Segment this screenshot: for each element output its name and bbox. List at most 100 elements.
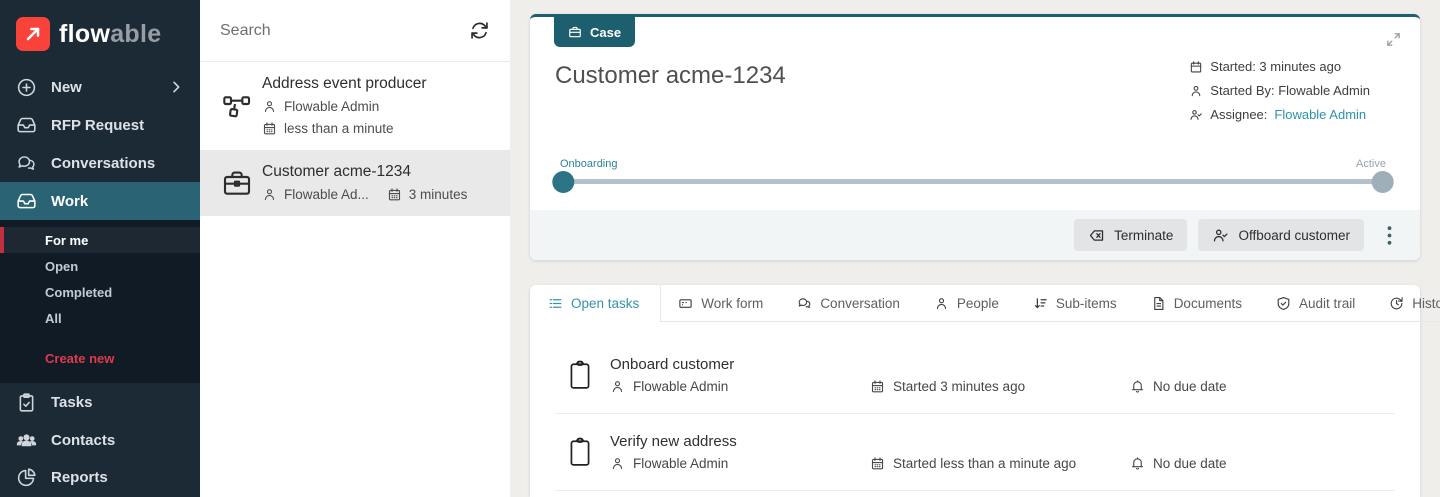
search-input[interactable] (218, 21, 467, 41)
terminate-button[interactable]: Terminate (1074, 219, 1187, 251)
tab-people[interactable]: People (917, 285, 1016, 322)
terminate-backspace-icon (1088, 227, 1105, 244)
calendar-icon (870, 456, 885, 471)
tab-audit-trail[interactable]: Audit trail (1259, 285, 1372, 322)
sidebar-item-tasks[interactable]: Tasks (0, 383, 200, 421)
sidebar: flowable New RFP Request Conversations W… (0, 0, 200, 497)
sidebar-item-label: New (51, 79, 82, 96)
sidebar-item-label: Contacts (51, 432, 115, 449)
task-title: Verify new address (610, 433, 1395, 450)
assignee-link[interactable]: Flowable Admin (1274, 106, 1366, 124)
work-item-assignee: Flowable Ad... (284, 185, 369, 204)
tab-work-form[interactable]: Work form (661, 285, 780, 322)
tab-sub-items[interactable]: Sub-items (1016, 285, 1134, 322)
work-submenu: For me Open Completed All Create new (0, 220, 200, 383)
sidebar-item-contacts[interactable]: Contacts (0, 421, 200, 459)
refresh-icon (469, 20, 490, 41)
clipboard-icon (555, 437, 610, 467)
person-icon (934, 296, 949, 311)
calendar-icon (387, 187, 402, 202)
process-diagram-icon (212, 74, 262, 138)
case-tabs: Open tasks Work form Conversation People… (530, 285, 1420, 322)
case-assignee: Assignee: Flowable Admin (1189, 106, 1370, 124)
calendar-icon (870, 379, 885, 394)
expand-button[interactable] (1383, 29, 1404, 50)
sidebar-subitem-completed[interactable]: Completed (0, 279, 200, 305)
case-metadata: Started: 3 minutes ago Started By: Flowa… (1189, 58, 1370, 124)
sidebar-item-rfp-request[interactable]: RFP Request (0, 106, 200, 144)
person-check-icon (1189, 108, 1203, 122)
work-item-age: 3 minutes (409, 185, 468, 204)
tab-documents[interactable]: Documents (1134, 285, 1259, 322)
stage-end-label: Active (1356, 158, 1386, 170)
chat-bubbles-icon (16, 153, 37, 174)
sidebar-subitem-all[interactable]: All (0, 305, 200, 331)
more-actions-button[interactable] (1381, 222, 1398, 249)
tab-history[interactable]: History (1372, 285, 1440, 322)
history-clock-icon (1389, 296, 1404, 311)
sidebar-subitem-create-new[interactable]: Create new (0, 345, 200, 371)
sidebar-item-label: Work (51, 193, 88, 210)
work-item-age: less than a minute (284, 119, 394, 138)
case-started-by: Started By: Flowable Admin (1189, 82, 1370, 100)
clipboard-check-icon (16, 392, 37, 413)
document-icon (1151, 296, 1166, 311)
sidebar-item-work[interactable]: Work (0, 182, 200, 220)
pie-chart-icon (16, 467, 37, 488)
person-check-icon (1212, 227, 1229, 244)
main-area: Case Customer acme-1234 Started: 3 minut… (510, 0, 1440, 497)
briefcase-icon (568, 25, 582, 39)
shield-check-icon (1276, 296, 1291, 311)
case-badge-label: Case (590, 25, 621, 40)
plus-circle-icon (16, 77, 37, 98)
task-assignee: Flowable Admin (610, 379, 870, 394)
work-list-item[interactable]: Address event producer Flowable Admin le… (200, 62, 510, 150)
flowable-logo-icon (16, 17, 50, 51)
person-icon (262, 187, 277, 202)
form-icon (678, 296, 693, 311)
case-detail-card: Open tasks Work form Conversation People… (530, 285, 1420, 497)
work-item-title: Address event producer (262, 74, 427, 94)
sidebar-subitem-open[interactable]: Open (0, 253, 200, 279)
task-assignee: Flowable Admin (610, 456, 870, 471)
task-due-date: No due date (1130, 456, 1227, 471)
stage-track (560, 179, 1386, 184)
calendar-icon (262, 121, 277, 136)
task-started: Started 3 minutes ago (870, 379, 1130, 394)
work-list-panel: Address event producer Flowable Admin le… (200, 0, 510, 497)
sort-sub-items-icon (1033, 296, 1048, 311)
case-stage-slider: Onboarding Active (560, 158, 1386, 184)
stage-handle-end[interactable] (1372, 171, 1394, 193)
stage-labels: Onboarding Active (560, 158, 1386, 170)
person-icon (262, 99, 277, 114)
offboard-customer-button[interactable]: Offboard customer (1198, 219, 1364, 251)
sidebar-item-conversations[interactable]: Conversations (0, 144, 200, 182)
task-row[interactable]: Onboard customer Flowable Admin Started … (555, 337, 1395, 414)
chevron-right-icon (168, 79, 184, 95)
expand-icon (1385, 31, 1402, 48)
bell-icon (1130, 379, 1145, 394)
tab-conversation[interactable]: Conversation (780, 285, 917, 322)
task-list-icon (548, 296, 563, 311)
stage-handle-current[interactable] (552, 171, 574, 193)
sidebar-item-label: RFP Request (51, 117, 144, 134)
refresh-button[interactable] (467, 18, 492, 43)
sidebar-subitem-for-me[interactable]: For me (0, 227, 200, 253)
case-started: Started: 3 minutes ago (1189, 58, 1370, 76)
assignee-label: Assignee: (1210, 106, 1267, 124)
people-group-icon (16, 430, 37, 451)
open-tasks-list: Onboard customer Flowable Admin Started … (530, 337, 1420, 491)
work-item-assignee: Flowable Admin (284, 97, 379, 116)
task-row[interactable]: Verify new address Flowable Admin Starte… (555, 414, 1395, 491)
sidebar-item-label: Tasks (51, 394, 92, 411)
person-icon (610, 379, 625, 394)
sidebar-item-new[interactable]: New (0, 68, 200, 106)
case-type-badge: Case (554, 17, 635, 47)
flowable-logo-text: flowable (59, 22, 161, 47)
tab-open-tasks[interactable]: Open tasks (530, 285, 661, 322)
clipboard-icon (555, 360, 610, 390)
flowable-logo[interactable]: flowable (0, 0, 200, 68)
sidebar-item-reports[interactable]: Reports (0, 459, 200, 497)
sidebar-item-label: Reports (51, 469, 108, 486)
work-list-item-selected[interactable]: Customer acme-1234 Flowable Ad... 3 minu… (200, 150, 510, 216)
